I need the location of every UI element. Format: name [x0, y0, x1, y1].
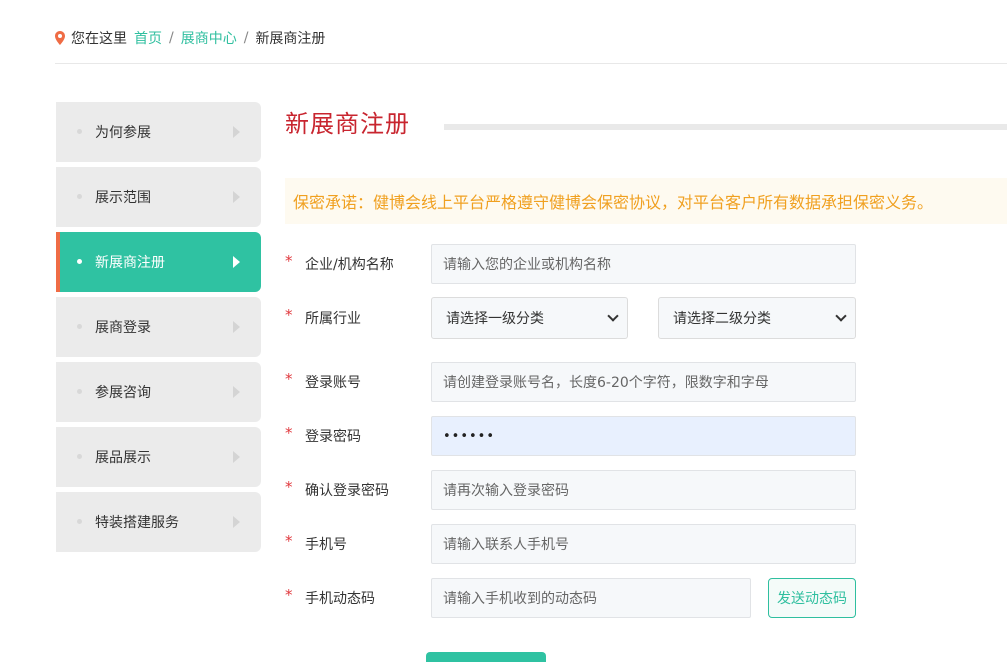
location-pin-icon [55, 31, 65, 45]
sidebar-item-special-build[interactable]: 特装搭建服务 [56, 492, 261, 552]
chevron-right-icon [233, 516, 240, 528]
bullet-icon [77, 194, 82, 199]
confirm-password-input[interactable]: 请再次输入登录密码 [431, 470, 856, 510]
confirm-password-label: 确认登录密码 [305, 483, 389, 499]
required-mark: * [285, 370, 293, 388]
chevron-right-icon [233, 386, 240, 398]
chevron-right-icon [233, 191, 240, 203]
required-mark: * [285, 424, 293, 442]
bullet-icon [77, 519, 82, 524]
sidebar-item-label: 特装搭建服务 [95, 515, 179, 531]
sidebar-item-why-exhibit[interactable]: 为何参展 [56, 102, 261, 162]
breadcrumb-home-link[interactable]: 首页 [134, 28, 162, 48]
sidebar-item-label: 参展咨询 [95, 385, 151, 401]
form-row-phone: * 手机号 请输入联系人手机号 [285, 524, 856, 564]
bullet-icon [77, 259, 82, 264]
chevron-right-icon [233, 451, 240, 463]
sidebar-item-label: 展品展示 [95, 450, 151, 466]
form-row-sms-code: * 手机动态码 请输入手机收到的动态码 发送动态码 [285, 578, 856, 618]
form-row-confirm-password: * 确认登录密码 请再次输入登录密码 [285, 470, 856, 510]
industry-secondary-select[interactable]: 请选择二级分类 [658, 297, 856, 339]
breadcrumb-separator: / [169, 30, 174, 46]
password-input[interactable]: •••••• [431, 416, 856, 456]
breadcrumb-prefix: 您在这里 [71, 31, 127, 47]
chevron-right-icon [233, 126, 240, 138]
form-row-password: * 登录密码 •••••• [285, 416, 856, 456]
sidebar-item-product-showcase[interactable]: 展品展示 [56, 427, 261, 487]
page-title: 新展商注册 [285, 110, 410, 138]
form-row-industry: * 所属行业 请选择一级分类 请选择二级分类 [285, 297, 856, 339]
bullet-icon [77, 324, 82, 329]
account-placeholder: 请创建登录账号名，长度6-20个字符，限数字和字母 [443, 375, 769, 391]
password-value: •••••• [443, 428, 496, 444]
sidebar-item-exhibit-scope[interactable]: 展示范围 [56, 167, 261, 227]
required-mark: * [285, 306, 293, 324]
required-mark: * [285, 532, 293, 550]
chevron-down-icon [835, 310, 847, 322]
required-mark: * [285, 478, 293, 496]
sidebar-item-label: 为何参展 [95, 125, 151, 141]
phone-input[interactable]: 请输入联系人手机号 [431, 524, 856, 564]
password-label: 登录密码 [305, 429, 361, 445]
company-name-placeholder: 请输入您的企业或机构名称 [443, 257, 611, 273]
sidebar-item-label: 新展商注册 [95, 255, 165, 271]
title-decoration-bar [444, 124, 1007, 130]
required-mark: * [285, 252, 293, 270]
bullet-icon [77, 129, 82, 134]
confirm-password-placeholder: 请再次输入登录密码 [443, 483, 569, 499]
form-row-account: * 登录账号 请创建登录账号名，长度6-20个字符，限数字和字母 [285, 362, 856, 402]
industry-primary-value: 请选择一级分类 [446, 311, 544, 327]
company-label: 企业/机构名称 [305, 257, 394, 273]
chevron-right-icon [233, 321, 240, 333]
header-divider [55, 63, 1007, 64]
sidebar-item-label: 展示范围 [95, 190, 151, 206]
bullet-icon [77, 389, 82, 394]
industry-secondary-value: 请选择二级分类 [673, 311, 771, 327]
sidebar-item-label: 展商登录 [95, 320, 151, 336]
sidebar-item-exhibit-consult[interactable]: 参展咨询 [56, 362, 261, 422]
required-mark: * [285, 586, 293, 604]
breadcrumb-current: 新展商注册 [255, 31, 326, 47]
breadcrumb-center-link[interactable]: 展商中心 [181, 28, 237, 48]
confidentiality-notice: 保密承诺：健博会线上平台严格遵守健博会保密协议，对平台客户所有数据承担保密义务。 [285, 178, 1007, 224]
sidebar-item-new-exhibitor-register[interactable]: 新展商注册 [56, 232, 261, 292]
sms-code-label: 手机动态码 [305, 591, 375, 607]
sms-code-placeholder: 请输入手机收到的动态码 [443, 591, 597, 607]
phone-placeholder: 请输入联系人手机号 [443, 537, 569, 553]
chevron-down-icon [607, 310, 619, 322]
industry-label: 所属行业 [305, 311, 361, 327]
account-label: 登录账号 [305, 375, 361, 391]
breadcrumb: 您在这里 首页 / 展商中心 / 新展商注册 [55, 28, 325, 48]
chevron-right-icon [233, 256, 240, 268]
phone-label: 手机号 [305, 537, 347, 553]
industry-primary-select[interactable]: 请选择一级分类 [431, 297, 628, 339]
sidebar-item-exhibitor-login[interactable]: 展商登录 [56, 297, 261, 357]
breadcrumb-separator: / [243, 30, 249, 46]
sidebar: 为何参展 展示范围 新展商注册 展商登录 参展咨询 展品展示 特装搭建服务 [56, 102, 261, 557]
submit-button[interactable] [426, 652, 546, 662]
bullet-icon [77, 454, 82, 459]
account-input[interactable]: 请创建登录账号名，长度6-20个字符，限数字和字母 [431, 362, 856, 402]
send-code-button[interactable]: 发送动态码 [768, 578, 856, 618]
form-row-company: * 企业/机构名称 请输入您的企业或机构名称 [285, 244, 856, 284]
company-name-input[interactable]: 请输入您的企业或机构名称 [431, 244, 856, 284]
sms-code-input[interactable]: 请输入手机收到的动态码 [431, 578, 751, 618]
